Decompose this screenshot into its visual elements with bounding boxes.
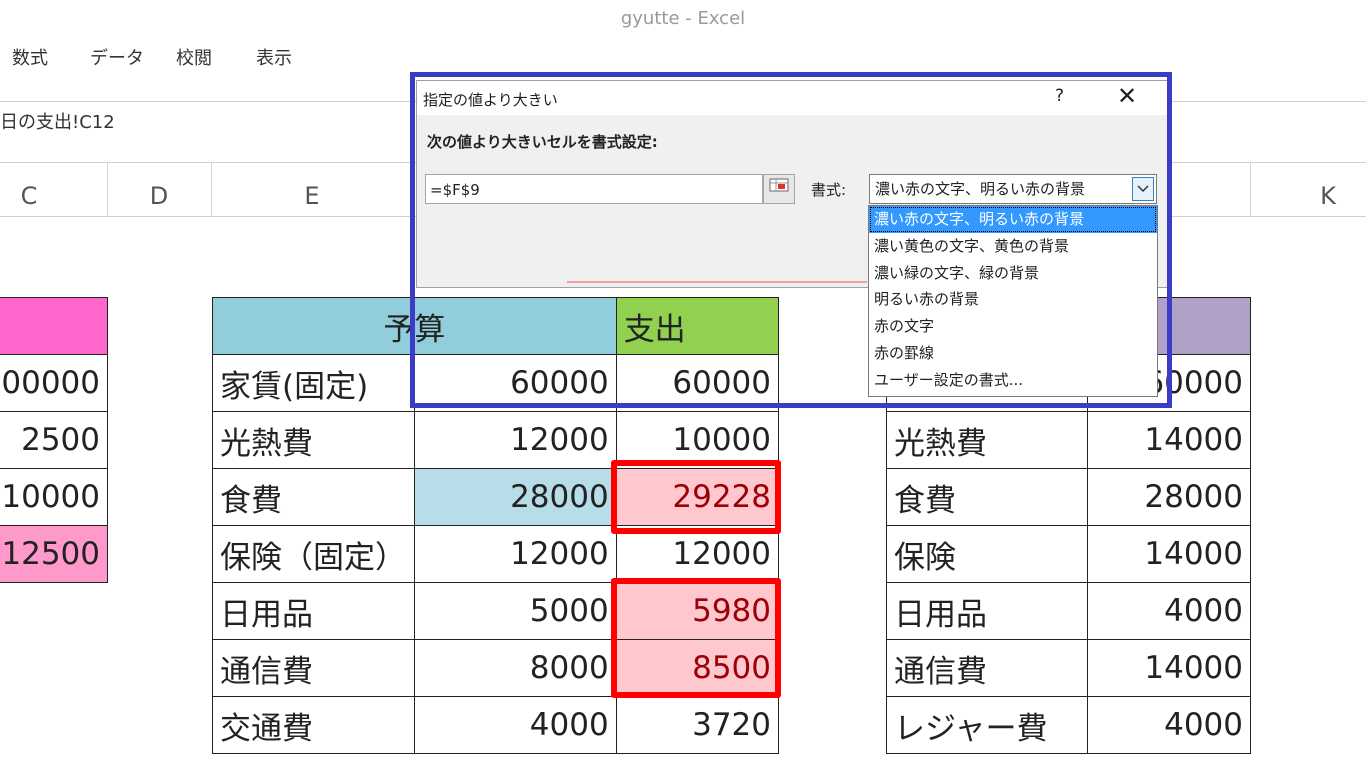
item-cell[interactable]: 日用品 [886, 582, 1088, 640]
table-cell[interactable]: 2500 [0, 411, 108, 469]
tab-view[interactable]: 表示 [256, 44, 292, 70]
column-header-c[interactable]: C [0, 182, 58, 210]
annotation-red-box [611, 460, 781, 534]
table-row: 食費 28000 [886, 468, 1251, 526]
item-cell[interactable]: 日用品 [211, 582, 416, 640]
item-cell[interactable]: 交通費 [211, 696, 416, 754]
table-row: 交通費 4000 3720 [211, 696, 780, 754]
budget-cell[interactable]: 5000 [414, 582, 617, 640]
tab-formulas[interactable]: 数式 [12, 44, 48, 70]
value-cell[interactable]: 28000 [1087, 468, 1251, 526]
item-cell[interactable]: 家賃(固定) [211, 354, 416, 412]
budget-cell[interactable]: 8000 [414, 639, 617, 697]
table-row: 保険 14000 [886, 525, 1251, 583]
value-cell[interactable]: 14000 [1087, 411, 1251, 469]
table-row: 日用品 4000 [886, 582, 1251, 640]
left-header-cell[interactable] [0, 297, 108, 355]
value-cell[interactable]: 14000 [1087, 639, 1251, 697]
window-title: gyutte - Excel [620, 8, 746, 29]
item-cell[interactable]: 光熱費 [886, 411, 1088, 469]
item-cell[interactable]: 保険 [886, 525, 1088, 583]
table-row: 通信費 14000 [886, 639, 1251, 697]
column-header-k[interactable]: K [1290, 182, 1366, 210]
left-table: 00000 2500 10000 12500 [0, 297, 108, 583]
budget-cell[interactable]: 12000 [414, 411, 617, 469]
tab-data[interactable]: データ [90, 44, 144, 70]
column-header-d[interactable]: D [108, 182, 210, 210]
table-cell[interactable]: 00000 [0, 354, 108, 412]
table-row: レジャー費 4000 [886, 696, 1251, 754]
item-cell[interactable]: 光熱費 [211, 411, 416, 469]
column-header-e[interactable]: E [212, 182, 412, 210]
budget-cell[interactable]: 12000 [414, 525, 617, 583]
table-cell[interactable]: 12500 [0, 525, 108, 583]
item-cell[interactable]: 通信費 [211, 639, 416, 697]
value-cell[interactable]: 14000 [1087, 525, 1251, 583]
item-cell[interactable]: 食費 [886, 468, 1088, 526]
value-cell[interactable]: 4000 [1087, 582, 1251, 640]
budget-cell[interactable]: 28000 [414, 468, 617, 526]
item-cell[interactable]: 通信費 [886, 639, 1088, 697]
table-row: 保険（固定） 12000 12000 [211, 525, 780, 583]
budget-cell[interactable]: 4000 [414, 696, 617, 754]
expense-cell[interactable]: 3720 [615, 696, 780, 754]
item-cell[interactable]: レジャー費 [886, 696, 1088, 754]
annotation-blue-box [410, 72, 1172, 408]
item-cell[interactable]: 保険（固定） [211, 525, 416, 583]
item-cell[interactable]: 食費 [211, 468, 416, 526]
expense-cell[interactable]: 12000 [615, 525, 780, 583]
formula-bar[interactable]: 日の支出!C12 [0, 108, 115, 134]
value-cell[interactable]: 4000 [1087, 696, 1251, 754]
table-row: 光熱費 14000 [886, 411, 1251, 469]
tab-review[interactable]: 校閲 [176, 44, 212, 70]
table-cell[interactable]: 10000 [0, 468, 108, 526]
column-separator[interactable] [1250, 162, 1251, 216]
annotation-red-box [611, 578, 781, 698]
